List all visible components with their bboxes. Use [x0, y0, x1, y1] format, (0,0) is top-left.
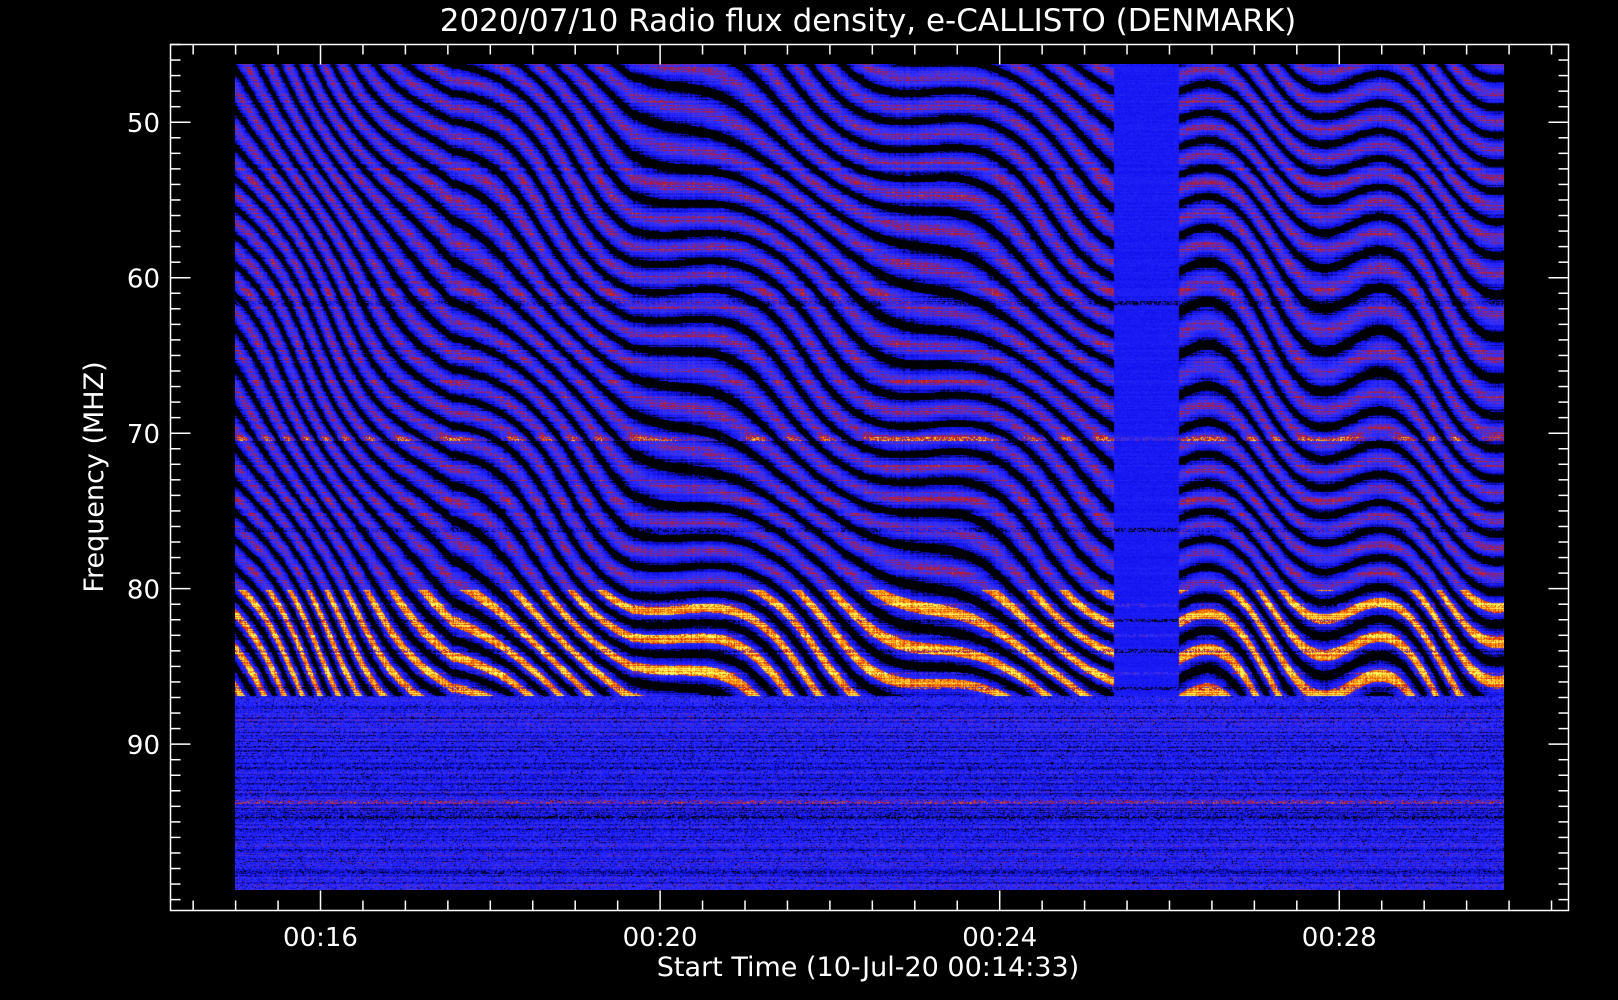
- chart-title: 2020/07/10 Radio flux density, e-CALLIST…: [440, 3, 1297, 39]
- x-tick-label: 00:16: [283, 923, 358, 953]
- spectrogram-image: [235, 64, 1504, 890]
- y-tick-label: 90: [127, 731, 160, 761]
- y-tick-label: 70: [127, 420, 160, 450]
- x-axis-label: Start Time (10-Jul-20 00:14:33): [657, 952, 1079, 983]
- x-tick-label: 00:24: [962, 923, 1037, 953]
- y-tick-label: 80: [127, 576, 160, 606]
- plot-area: [169, 43, 1570, 912]
- x-tick-label: 00:20: [623, 923, 698, 953]
- x-tick-label: 00:28: [1302, 923, 1377, 953]
- y-tick-label: 50: [127, 109, 160, 139]
- y-tick-label: 60: [127, 265, 160, 295]
- y-axis-label: Frequency (MHZ): [79, 361, 110, 592]
- spectrogram-figure: 2020/07/10 Radio flux density, e-CALLIST…: [0, 0, 1618, 1000]
